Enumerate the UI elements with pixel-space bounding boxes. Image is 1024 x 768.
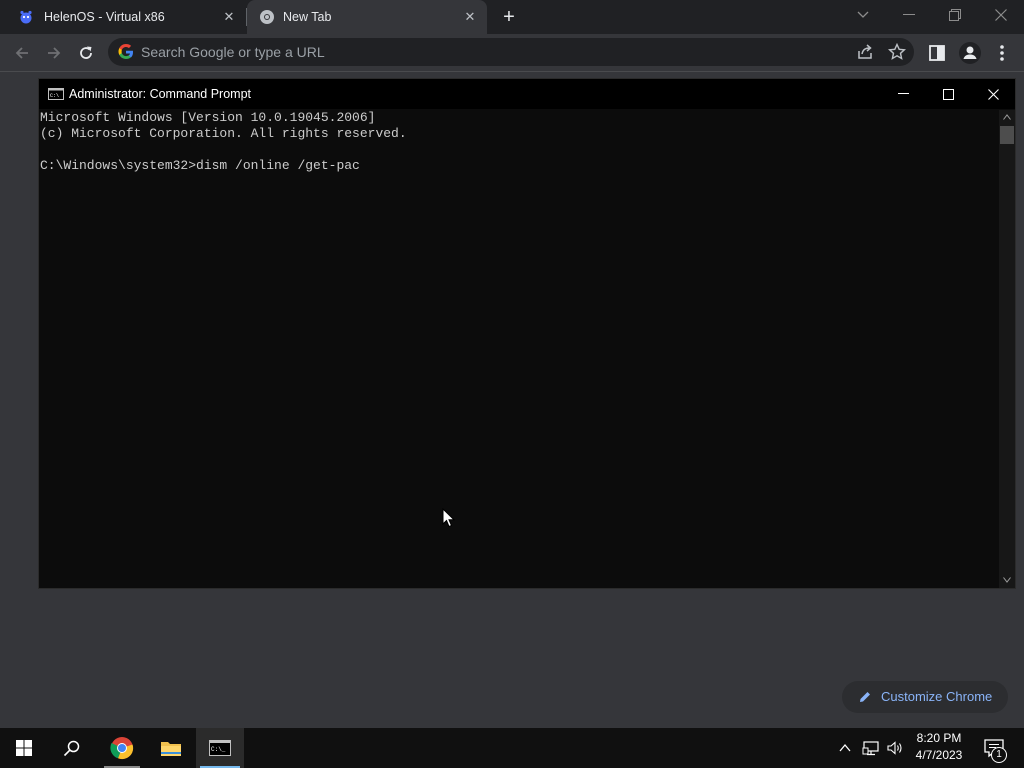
google-g-icon — [118, 44, 133, 59]
taskbar: C:\_ 8:20 PM 4/7/2023 1 — [0, 728, 1024, 768]
back-arrow-icon — [15, 47, 28, 59]
console-prompt-line: C:\Windows\system32>dism /online /get-pa… — [40, 158, 360, 173]
taskbar-chrome[interactable] — [98, 728, 146, 768]
scroll-thumb[interactable] — [1000, 126, 1014, 144]
cmd-app-icon: C:\ — [48, 88, 64, 100]
chrome-favicon-icon — [260, 10, 274, 24]
svg-text:C:\: C:\ — [50, 93, 59, 99]
cmd-close-button[interactable] — [970, 79, 1016, 109]
forward-arrow-icon — [48, 47, 61, 59]
cmd-console-output[interactable]: Microsoft Windows [Version 10.0.19045.20… — [40, 110, 998, 586]
cmd-maximize-button[interactable] — [925, 79, 971, 109]
taskbar-command-prompt[interactable]: C:\_ — [196, 728, 244, 768]
share-icon[interactable] — [856, 43, 874, 61]
tab-search-chevron-icon[interactable] — [840, 0, 886, 30]
cmd-scrollbar[interactable] — [999, 110, 1015, 588]
mouse-cursor-icon — [442, 508, 456, 528]
tab-helenos[interactable]: HelenOS - Virtual x86 ✕ — [0, 0, 246, 34]
window-restore-button[interactable] — [932, 0, 978, 30]
taskbar-file-explorer[interactable] — [147, 728, 195, 768]
start-button[interactable] — [0, 728, 48, 768]
clock-time: 8:20 PM — [916, 731, 962, 745]
windows-logo-icon — [16, 740, 32, 756]
system-clock[interactable]: 8:20 PM 4/7/2023 — [908, 730, 970, 764]
console-line: Microsoft Windows [Version 10.0.19045.20… — [40, 110, 376, 125]
tab-title: New Tab — [283, 10, 332, 24]
clock-date: 4/7/2023 — [915, 748, 963, 762]
reload-icon — [80, 46, 92, 59]
scroll-up-arrow-icon[interactable] — [1003, 114, 1011, 120]
folder-icon — [161, 742, 181, 756]
cmd-minimize-button[interactable] — [880, 79, 926, 109]
chrome-logo-icon — [110, 737, 134, 760]
search-icon — [63, 740, 80, 757]
tab-new-tab[interactable]: New Tab ✕ — [247, 0, 487, 34]
new-tab-button[interactable]: + — [497, 6, 521, 28]
pencil-icon — [860, 692, 870, 702]
close-tab-icon[interactable]: ✕ — [220, 8, 238, 26]
notification-count-badge: 1 — [991, 747, 1007, 763]
address-input[interactable] — [141, 38, 741, 66]
bookmark-star-icon[interactable] — [888, 43, 906, 61]
kebab-menu-icon[interactable] — [992, 42, 1012, 64]
cmd-titlebar[interactable]: C:\ Administrator: Command Prompt — [39, 79, 1015, 109]
customize-chrome-button[interactable]: Customize Chrome — [842, 681, 1008, 713]
profile-avatar-icon[interactable] — [958, 41, 982, 65]
browser-toolbar — [0, 34, 1024, 72]
scroll-down-arrow-icon[interactable] — [1003, 577, 1011, 583]
back-button[interactable] — [8, 39, 36, 67]
window-close-button[interactable] — [978, 0, 1024, 30]
console-line: (c) Microsoft Corporation. All rights re… — [40, 126, 407, 141]
helenos-favicon-icon — [20, 10, 32, 24]
tab-strip: HelenOS - Virtual x86 ✕ New Tab ✕ + — [0, 0, 1024, 34]
cmd-app-icon: C:\_ — [209, 740, 231, 756]
svg-text:C:\_: C:\_ — [211, 746, 226, 753]
cmd-window-title: Administrator: Command Prompt — [69, 87, 252, 101]
volume-icon[interactable] — [886, 739, 904, 757]
network-icon[interactable] — [862, 739, 880, 757]
tab-title: HelenOS - Virtual x86 — [44, 10, 165, 24]
tray-chevron-up-icon[interactable] — [838, 741, 852, 755]
taskbar-search-button[interactable] — [48, 728, 96, 768]
customize-chrome-label: Customize Chrome — [881, 689, 993, 704]
forward-button[interactable] — [40, 39, 68, 67]
omnibox[interactable] — [108, 38, 914, 66]
close-tab-icon[interactable]: ✕ — [461, 8, 479, 26]
command-prompt-window[interactable]: C:\ Administrator: Command Prompt Micros… — [38, 78, 1016, 589]
side-panel-icon[interactable] — [927, 43, 947, 63]
window-minimize-button[interactable] — [886, 0, 932, 30]
reload-button[interactable] — [72, 39, 100, 67]
